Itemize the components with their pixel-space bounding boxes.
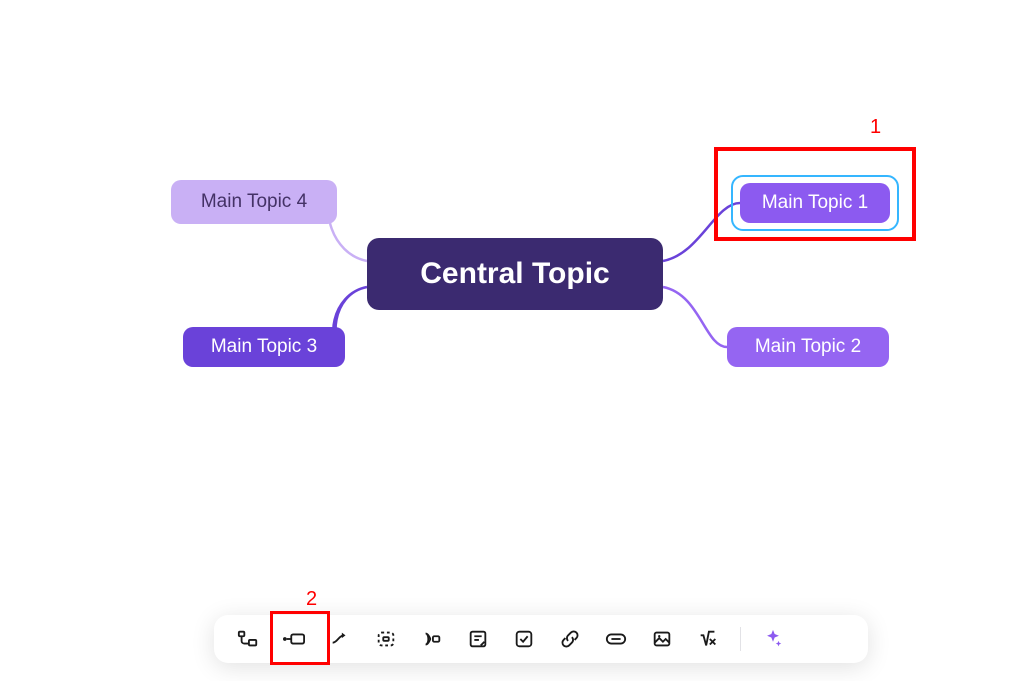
boundary-icon [375, 628, 397, 650]
topic-node-3[interactable]: Main Topic 3 [183, 327, 345, 367]
topic-label: Main Topic 3 [211, 336, 317, 358]
image-button[interactable] [642, 621, 682, 657]
topic-node-2[interactable]: Main Topic 2 [727, 327, 889, 367]
ai-button[interactable] [753, 621, 793, 657]
task-button[interactable] [504, 621, 544, 657]
note-icon [467, 628, 489, 650]
central-topic-node[interactable]: Central Topic [367, 238, 663, 310]
boundary-button[interactable] [366, 621, 406, 657]
annotation-box-2 [270, 611, 330, 665]
attachment-button[interactable] [596, 621, 636, 657]
summary-icon [421, 628, 443, 650]
attachment-icon [604, 628, 628, 650]
topic-node-4[interactable]: Main Topic 4 [171, 180, 337, 224]
ai-icon [762, 628, 784, 650]
topic-label: Main Topic 4 [201, 191, 307, 213]
toolbar-separator [740, 627, 741, 651]
equation-icon [697, 628, 719, 650]
summary-button[interactable] [412, 621, 452, 657]
mindmap-canvas[interactable]: Central Topic Main Topic 4 Main Topic 3 … [0, 0, 1024, 681]
annotation-box-1 [714, 147, 916, 241]
topic-label: Main Topic 2 [755, 336, 861, 358]
annotation-label-1: 1 [870, 116, 881, 139]
annotation-label-2: 2 [306, 588, 317, 611]
hyperlink-button[interactable] [550, 621, 590, 657]
central-topic-label: Central Topic [420, 257, 609, 291]
image-icon [651, 628, 673, 650]
hyperlink-icon [559, 628, 581, 650]
note-button[interactable] [458, 621, 498, 657]
subtopic-button[interactable] [228, 621, 268, 657]
subtopic-icon [237, 628, 259, 650]
checkbox-icon [513, 628, 535, 650]
equation-button[interactable] [688, 621, 728, 657]
relationship-icon [329, 628, 351, 650]
